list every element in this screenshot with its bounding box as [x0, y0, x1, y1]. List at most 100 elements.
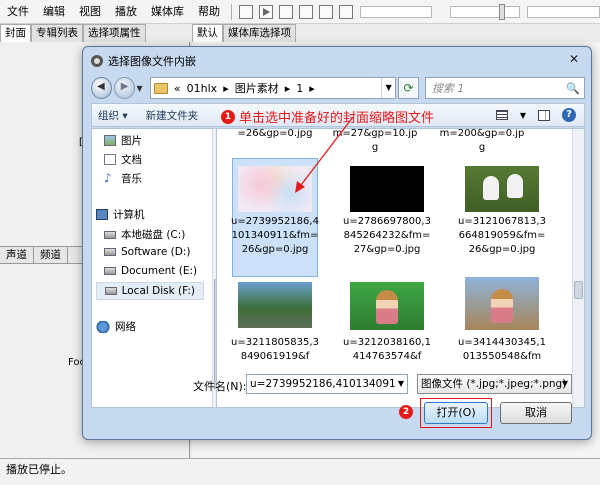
next-button[interactable] — [319, 4, 333, 19]
forward-button[interactable] — [113, 77, 135, 99]
pictures-icon — [104, 135, 116, 146]
nav-music[interactable]: ♪ 音乐 — [104, 171, 142, 186]
file-name[interactable]: u=3414430345,1013550548&fm — [457, 336, 547, 364]
file-name[interactable]: =26&gp=0.jpg — [230, 129, 320, 141]
breadcrumb-picture-assets[interactable]: 图片素材 — [235, 80, 279, 96]
breadcrumb-separator[interactable]: ▸ — [309, 82, 315, 95]
volume-slider[interactable] — [450, 4, 520, 20]
filetype-value: 图像文件 (*.jpg;*.jpeg;*.png) — [421, 378, 567, 390]
menu-view[interactable]: 视图 — [72, 0, 108, 24]
annotation-text: 单击选中准备好的封面缩略图文件 — [239, 111, 435, 126]
file-name[interactable]: u=3212038160,1414763574&f — [342, 336, 432, 364]
nav-label: 文档 — [121, 154, 142, 166]
scrollbar-thumb[interactable] — [574, 281, 583, 299]
girl-shape — [491, 289, 513, 323]
file-name[interactable]: u=2739952186,4101340911&fm=26&gp=0.jpg — [230, 215, 320, 257]
nav-label: Local Disk (F:) — [121, 285, 195, 297]
extra-slider[interactable] — [527, 6, 600, 18]
nav-label: 计算机 — [113, 209, 145, 221]
play-button[interactable] — [259, 4, 273, 19]
documents-icon — [104, 154, 116, 165]
tab-cover[interactable]: 封面 — [0, 24, 31, 42]
chevron-down-icon[interactable]: ▼ — [381, 78, 395, 98]
column-frequency[interactable]: 频道 — [34, 247, 68, 263]
chevron-down-icon: ▼ — [561, 379, 568, 388]
file-name[interactable]: u=3211805835,3849061919&f — [230, 336, 320, 364]
nav-label: 图片 — [121, 135, 142, 147]
breadcrumb-1[interactable]: 1 — [296, 82, 303, 95]
thumbnail-garden[interactable] — [238, 282, 312, 328]
menu-play[interactable]: 播放 — [108, 0, 144, 24]
pause-button[interactable] — [279, 4, 293, 19]
nav-drive-c[interactable]: 本地磁盘 (C:) — [104, 227, 185, 242]
file-scrollbar[interactable] — [572, 129, 584, 407]
left-tab-strip: 封面 专辑列表 选择项属性 — [0, 24, 190, 42]
stop-button[interactable] — [239, 4, 253, 19]
step-badge: 2 — [399, 405, 413, 419]
tab-album-list[interactable]: 专辑列表 — [31, 24, 83, 42]
filename-input[interactable]: u=2739952186,4101340911&fm ▼ — [246, 374, 408, 394]
thumbnail-husky-dogs[interactable] — [465, 166, 539, 212]
nav-drive-d[interactable]: Software (D:) — [104, 246, 190, 258]
nav-label: 音乐 — [121, 173, 142, 185]
toolbar-separator — [231, 3, 232, 20]
filename-label: 文件名(N): — [193, 380, 247, 393]
preview-pane-icon[interactable] — [538, 109, 550, 121]
breadcrumb-01hlx[interactable]: 01hlx — [187, 82, 218, 95]
tab-default[interactable]: 默认 — [192, 24, 223, 42]
nav-drive-f[interactable]: Local Disk (F:) — [96, 282, 204, 300]
tab-library-selection[interactable]: 媒体库选择项 — [223, 24, 296, 42]
column-channel[interactable]: 声道 — [0, 247, 34, 263]
nav-documents[interactable]: 文档 — [104, 152, 142, 167]
previous-button[interactable] — [299, 4, 313, 19]
nav-network[interactable]: 网络 — [96, 319, 136, 334]
thumbnail-girl-green[interactable] — [350, 282, 424, 330]
chevron-down-icon[interactable]: ▼ — [520, 111, 526, 120]
file-name[interactable]: m=27&gp=10.jpg — [330, 129, 420, 155]
new-folder-button[interactable]: 新建文件夹 — [146, 108, 199, 123]
menu-file[interactable]: 文件 — [0, 0, 36, 24]
filename-value: u=2739952186,4101340911&fm — [250, 378, 408, 390]
thumbnail-pastel-clouds[interactable] — [238, 166, 312, 212]
help-icon[interactable]: ? — [562, 108, 576, 122]
random-button[interactable] — [339, 4, 353, 19]
breadcrumb-overflow[interactable]: « — [174, 82, 181, 95]
menu-library[interactable]: 媒体库 — [144, 0, 191, 24]
breadcrumb-separator[interactable]: ▸ — [223, 82, 229, 95]
close-icon[interactable]: ✕ — [563, 51, 585, 67]
search-input[interactable]: 搜索 1 🔍 — [424, 77, 585, 99]
search-placeholder: 搜索 1 — [431, 82, 465, 95]
breadcrumb-separator[interactable]: ▸ — [285, 82, 291, 95]
file-name[interactable]: u=3121067813,3664819059&fm=26&gp=0.jpg — [457, 215, 547, 257]
open-image-dialog: 选择图像文件内嵌 ✕ ▼ « 01hlx ▸ 图片素材 ▸ 1 ▸ ▼ ⟳ 搜索… — [82, 46, 592, 440]
back-button[interactable] — [91, 77, 112, 99]
nav-pictures[interactable]: 图片 — [104, 133, 142, 148]
chevron-down-icon[interactable]: ▼ — [395, 375, 407, 393]
volume-thumb[interactable] — [499, 4, 505, 20]
thumbnail-black[interactable] — [350, 166, 424, 212]
organize-menu[interactable]: 组织 ▾ — [98, 108, 128, 123]
disk-icon — [105, 287, 117, 295]
file-name[interactable]: u=2786697800,3845264232&fm=27&gp=0.jpg — [342, 215, 432, 257]
menu-help[interactable]: 帮助 — [191, 0, 227, 24]
chevron-down-icon[interactable]: ▼ — [137, 84, 146, 93]
cancel-button[interactable]: 取消 — [500, 402, 572, 424]
nav-drive-e[interactable]: Document (E:) — [104, 265, 197, 277]
nav-computer[interactable]: 计算机 — [96, 207, 145, 222]
thumbnail-girl-outdoor[interactable] — [465, 277, 539, 330]
open-button[interactable]: 打开(O) — [424, 402, 488, 424]
refresh-icon[interactable]: ⟳ — [398, 77, 419, 99]
dialog-title: 选择图像文件内嵌 — [108, 55, 196, 68]
nav-label: 本地磁盘 (C:) — [121, 229, 186, 241]
search-icon[interactable]: 🔍 — [566, 82, 584, 95]
filetype-select[interactable]: 图像文件 (*.jpg;*.jpeg;*.png) ▼ — [417, 374, 572, 394]
file-name[interactable]: m=200&gp=0.jpg — [437, 129, 527, 155]
menu-edit[interactable]: 编辑 — [36, 0, 72, 24]
computer-icon — [96, 209, 108, 220]
address-bar[interactable]: « 01hlx ▸ 图片素材 ▸ 1 ▸ ▼ — [149, 77, 397, 99]
address-row: ▼ « 01hlx ▸ 图片素材 ▸ 1 ▸ ▼ ⟳ 搜索 1 🔍 — [91, 75, 585, 101]
tab-selection-properties[interactable]: 选择项属性 — [83, 24, 146, 42]
seek-slider[interactable] — [360, 6, 432, 18]
view-options-icon[interactable] — [495, 110, 508, 120]
dog-shape — [483, 176, 499, 200]
